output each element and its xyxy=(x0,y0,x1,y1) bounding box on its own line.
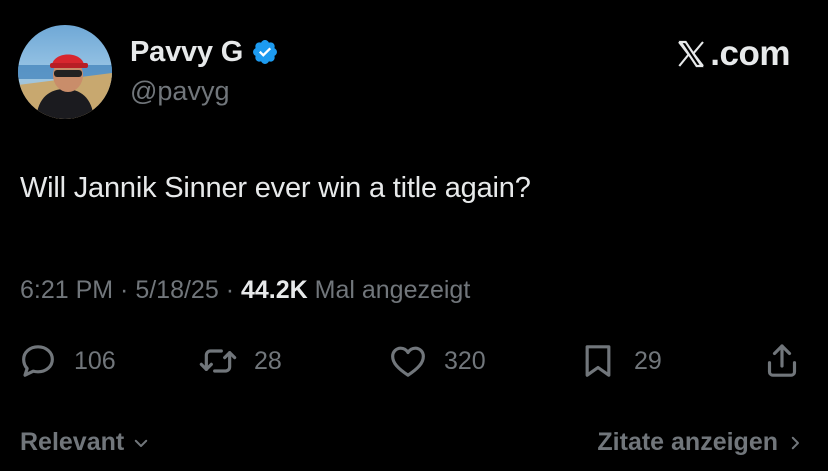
retweet-icon xyxy=(199,349,237,373)
x-com-brand: .com xyxy=(674,32,790,76)
view-count[interactable]: 44.2K xyxy=(241,276,308,304)
meta-separator: · xyxy=(218,276,241,304)
tweet-time[interactable]: 6:21 PM xyxy=(20,276,113,304)
reply-icon xyxy=(22,345,54,377)
view-quotes-label: Zitate anzeigen xyxy=(597,428,778,456)
bookmark-icon xyxy=(585,345,611,377)
share-button[interactable] xyxy=(762,338,802,384)
author-handle[interactable]: @pavyg xyxy=(130,76,229,107)
reply-count: 106 xyxy=(74,346,116,375)
retweet-count: 28 xyxy=(254,346,282,375)
like-count: 320 xyxy=(444,346,486,375)
reply-button[interactable]: 106 xyxy=(18,338,116,384)
verified-badge-icon xyxy=(251,38,279,66)
tweet-date[interactable]: 5/18/25 xyxy=(135,276,218,304)
reply-sort-dropdown[interactable]: Relevant xyxy=(20,428,150,457)
like-button[interactable]: 320 xyxy=(388,338,486,384)
meta-separator: · xyxy=(113,276,136,304)
chevron-right-icon xyxy=(791,436,799,449)
author-name-row: Pavvy G xyxy=(130,34,279,70)
chevron-down-icon xyxy=(134,439,148,447)
reply-sort-label: Relevant xyxy=(20,428,125,456)
tweet-meta: 6:21 PM · 5/18/25 · 44.2K Mal angezeigt xyxy=(20,276,470,305)
bookmark-button[interactable]: 29 xyxy=(578,338,662,384)
avatar-image xyxy=(18,25,112,119)
heart-icon xyxy=(391,346,425,377)
view-count-label: Mal angezeigt xyxy=(307,276,471,304)
view-quotes-link[interactable]: Zitate anzeigen xyxy=(597,428,804,457)
tweet-text: Will Jannik Sinner ever win a title agai… xyxy=(20,172,531,204)
x-logo-icon xyxy=(678,40,705,68)
avatar[interactable] xyxy=(18,25,112,119)
bookmark-count: 29 xyxy=(634,346,662,375)
retweet-button[interactable]: 28 xyxy=(198,338,282,384)
action-bar: 106 28 320 29 xyxy=(0,338,828,384)
share-icon xyxy=(767,344,797,377)
author-display-name[interactable]: Pavvy G xyxy=(130,36,243,69)
brand-domain-text: .com xyxy=(710,34,790,73)
